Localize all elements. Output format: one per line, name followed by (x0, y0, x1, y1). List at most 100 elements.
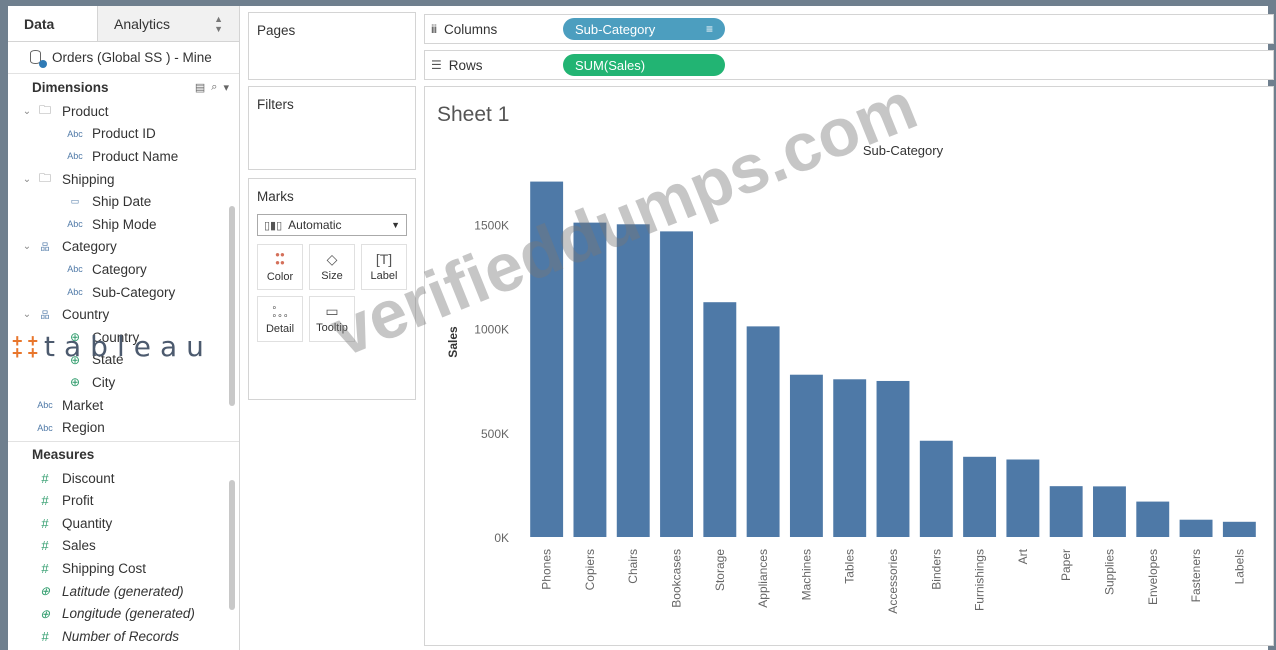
expand-chevron-icon[interactable]: ⌄ (20, 106, 34, 117)
mark-tooltip-button[interactable]: ▭ Tooltip (309, 296, 355, 342)
field-label: Ship Date (92, 194, 152, 210)
chevron-down-icon: ▼ (391, 220, 400, 230)
field-item[interactable]: ▭ Ship Date (8, 190, 239, 213)
bar (1179, 519, 1213, 537)
mark-type-dropdown[interactable]: ▯▮▯ Automatic ▼ (257, 214, 407, 236)
field-item[interactable]: ⌄ 🗀 Shipping (8, 168, 239, 191)
field-item[interactable]: Abc Product Name (8, 145, 239, 168)
marks-buttons: ●● ●● Color ◇ Size [T] Label ∘ ∘∘∘ Detail ▭ Tooltip (257, 244, 407, 342)
mark-label-button[interactable]: [T] Label (361, 244, 407, 290)
measures-scrollbar[interactable] (229, 480, 235, 610)
bar (1049, 486, 1083, 537)
bar (833, 379, 867, 537)
field-item[interactable]: # Sales (8, 535, 239, 558)
y-tick-label: 500K (481, 427, 509, 441)
calendar-icon: ▭ (70, 196, 80, 207)
measures-title: Measures (32, 446, 95, 462)
mark-button-label: Label (370, 270, 398, 282)
mark-detail-button[interactable]: ∘ ∘∘∘ Detail (257, 296, 303, 342)
field-label: Region (62, 420, 105, 436)
sum-sales-pill-label: SUM(Sales) (575, 57, 646, 73)
field-label: Shipping (62, 171, 115, 187)
field-item[interactable]: # Number of Records (8, 625, 239, 648)
filters-title: Filters (257, 97, 294, 112)
x-tick-label: Furnishings (973, 549, 987, 611)
label-icon: [T] (375, 251, 393, 267)
hierarchy-icon: 品 (40, 242, 50, 253)
field-label: Quantity (62, 515, 113, 531)
datasource-item[interactable]: Orders (Global SS ) - Mine (8, 42, 239, 74)
field-label: Product (62, 103, 109, 119)
rows-shelf[interactable]: ☰ Rows SUM(Sales) (424, 50, 1274, 80)
y-axis-label: Sales (446, 326, 460, 358)
columns-shelf[interactable]: iii Columns Sub-Category ≡ (424, 14, 1274, 44)
pages-title: Pages (257, 23, 296, 38)
field-label: City (92, 374, 116, 390)
mark-color-button[interactable]: ●● ●● Color (257, 244, 303, 290)
marks-title: Marks (257, 189, 294, 204)
hash-icon: # (41, 538, 49, 554)
x-tick-label: Chairs (626, 549, 640, 584)
field-item[interactable]: Abc Market (8, 394, 239, 417)
data-pane: Data Analytics ▲ ▼ Orders (Global SS ) - M… (8, 6, 240, 650)
field-item[interactable]: ⌄ 品 Category (8, 236, 239, 259)
tab-data-label: Data (24, 15, 55, 32)
tableau-logo-text: tableau (44, 330, 213, 363)
expand-chevron-icon[interactable]: ⌄ (20, 174, 34, 185)
field-label: Ship Mode (92, 216, 157, 232)
tab-data[interactable]: Data (8, 6, 98, 41)
field-item[interactable]: ⌄ 🗀 Product (8, 100, 239, 123)
expand-chevron-icon[interactable]: ⌄ (20, 309, 34, 320)
field-item[interactable]: Abc Category (8, 258, 239, 281)
field-item[interactable]: Abc Ship Mode (8, 213, 239, 236)
field-item[interactable]: # Profit (8, 490, 239, 513)
abc-icon: Abc (67, 219, 83, 230)
globe-icon: ⊕ (69, 375, 81, 390)
bar (963, 456, 997, 537)
dimensions-scrollbar[interactable] (229, 206, 235, 406)
bar-chart: Sub-Category Sales 0K 500K 1000K 1500K Phones C… (446, 143, 1256, 614)
pane-tabs: Data Analytics ▲ ▼ (8, 6, 239, 42)
chart-title: Sub-Category (863, 143, 944, 158)
field-label: Shipping Cost (62, 561, 147, 577)
field-item[interactable]: ⊕ Latitude (generated) (8, 580, 239, 603)
hash-icon: # (41, 561, 49, 577)
field-item[interactable]: Abc Region (8, 416, 239, 439)
mark-size-button[interactable]: ◇ Size (309, 244, 355, 290)
field-item[interactable]: Abc Sub-Category (8, 281, 239, 304)
folder-icon: 🗀 (38, 170, 51, 185)
filters-card[interactable]: Filters (248, 86, 416, 170)
field-item[interactable]: ⌄ 品 Country (8, 303, 239, 326)
bar (660, 231, 693, 537)
field-item[interactable]: ⊕ Longitude (generated) (8, 602, 239, 625)
pages-card[interactable]: Pages (248, 12, 416, 80)
color-icon: ●● ●● (275, 250, 285, 267)
bar (573, 222, 607, 537)
bar (1136, 501, 1170, 537)
bar (1093, 486, 1126, 537)
field-item[interactable]: # Discount (8, 467, 239, 490)
field-item[interactable]: Abc Product ID (8, 123, 239, 146)
mark-button-label: Tooltip (316, 322, 348, 334)
measures-header: Measures (8, 440, 239, 467)
view-list-icon[interactable]: ▤ (195, 81, 205, 94)
search-icon[interactable]: ⌕ (211, 81, 217, 94)
dimensions-header: Dimensions ▤ ⌕ ▾ (8, 74, 239, 100)
sum-sales-pill[interactable]: SUM(Sales) (563, 54, 725, 76)
dropdown-icon[interactable]: ▾ (223, 81, 229, 94)
field-label: Product ID (92, 126, 156, 142)
tab-analytics[interactable]: Analytics ▲ ▼ (98, 6, 239, 41)
field-item[interactable]: # Shipping Cost (8, 557, 239, 580)
hierarchy-icon: 品 (40, 310, 50, 321)
y-tick-label: 1000K (474, 323, 509, 337)
sub-category-pill[interactable]: Sub-Category ≡ (563, 18, 725, 40)
expand-chevron-icon[interactable]: ⌄ (20, 241, 34, 252)
field-item[interactable]: ⊕ City (8, 371, 239, 394)
hash-icon: # (41, 470, 49, 486)
bar (530, 181, 564, 537)
dimensions-list: ⌄ 🗀 Product Abc Product ID Abc Product Name ⌄ 🗀 S… (8, 100, 239, 439)
mark-button-label: Color (266, 271, 294, 283)
field-label: Product Name (92, 148, 179, 164)
x-tick-label: Bookcases (670, 549, 684, 608)
field-item[interactable]: # Quantity (8, 512, 239, 535)
